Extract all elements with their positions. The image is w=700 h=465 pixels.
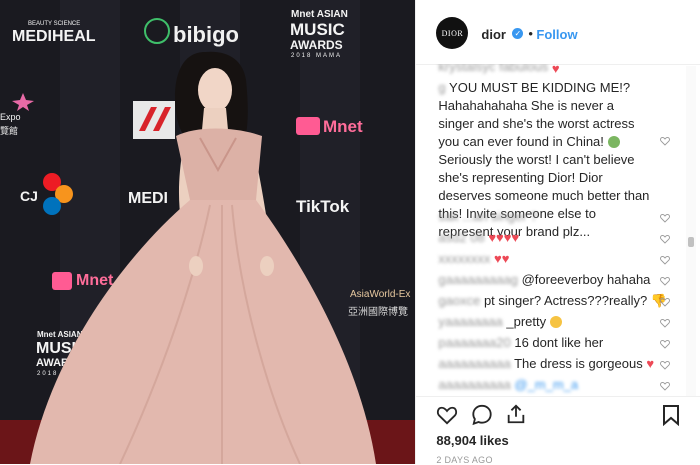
comment-text: ...an singer ? [462, 209, 538, 224]
like-comment-heart-icon[interactable] [660, 234, 671, 244]
likes-count[interactable]: 88,904 likes [436, 433, 508, 448]
comment: xxxxxxxx ♥♥ [438, 250, 509, 268]
like-comment-heart-icon[interactable] [660, 297, 671, 307]
like-comment-heart-icon[interactable] [660, 339, 671, 349]
comment: sak ...an singer ? [438, 209, 538, 224]
separator-dot: • [528, 26, 533, 41]
comment: krystalsyc fabulous ♥ [438, 64, 559, 78]
bookmark-icon[interactable] [662, 404, 680, 426]
comment: aaaaaaaaaa @_m_m_a [438, 376, 578, 394]
comment: gaoxce pt singer? Actress???really? 👎 [438, 292, 667, 310]
comment-text: 16 dont like her [514, 335, 604, 350]
avatar[interactable]: DIOR [436, 17, 469, 49]
red-heart-emoji-icon: ♥ [646, 356, 655, 371]
comment: yaaaaaaaa _pretty [438, 313, 562, 331]
comment-bubble-icon[interactable] [471, 404, 493, 426]
heart-outline-icon[interactable] [436, 405, 458, 425]
comments-scrollbar[interactable] [686, 66, 697, 396]
comment-username[interactable]: krystalsyc [438, 64, 495, 74]
comments-list[interactable]: krystalsyc fabulous ♥ g YOU MUST BE KIDD… [416, 64, 700, 396]
comment-text: pt singer? Actress???really? [483, 293, 648, 308]
heart-eyes-emoji-icon [549, 316, 562, 328]
comment-text: fabulous [499, 64, 549, 74]
red-heart-emoji-icon: ♥ [551, 64, 560, 76]
comment-username[interactable]: s [438, 209, 445, 224]
comment-username[interactable]: y [438, 314, 445, 329]
comment-username[interactable]: aaaaaaaaaa [438, 377, 510, 392]
comment-text: _pretty [506, 314, 547, 329]
comment-text: The dress is gorgeous [514, 356, 643, 371]
comment-username[interactable]: gaoxce [438, 293, 480, 308]
woman-in-pink-gown [30, 51, 376, 464]
like-comment-heart-icon[interactable] [660, 381, 671, 391]
comment: gaaaaaaaaag @foreeverboy hahaha [438, 272, 651, 287]
like-comment-heart-icon[interactable] [660, 255, 671, 265]
comment-username[interactable]: xxxxxxxx [438, 251, 490, 266]
comment-username[interactable]: g [438, 272, 445, 287]
like-comment-heart-icon[interactable] [660, 136, 671, 146]
scrollbar-track[interactable] [686, 66, 697, 396]
comment-text: YOU MUST BE KIDDING ME!? Hahahahahaha Sh… [438, 80, 635, 149]
post-photo[interactable]: BEAUTY SCIENCE MEDIHEAL bibigo Mnet ASIA… [0, 0, 416, 464]
comment-text: @foreeverboy hahaha [521, 272, 651, 287]
like-comment-heart-icon[interactable] [660, 213, 671, 223]
username-link[interactable]: dior [481, 27, 506, 42]
comment-text: @_m_m_a [514, 377, 579, 392]
instagram-post: BEAUTY SCIENCE MEDIHEAL bibigo Mnet ASIA… [0, 0, 700, 465]
comment: aaaaaaaaaa The dress is gorgeous ♥ [438, 355, 654, 373]
comment-username[interactable]: a [438, 230, 445, 245]
like-comment-heart-icon[interactable] [660, 276, 671, 286]
verified-badge-icon: ✓ [512, 28, 524, 39]
post-actions: 88,904 likes 2 DAYS AGO [416, 396, 700, 465]
share-icon[interactable] [505, 403, 527, 425]
like-comment-heart-icon[interactable] [660, 360, 671, 370]
comment-text: 08 [470, 230, 485, 245]
scrollbar-thumb[interactable] [688, 237, 695, 247]
follow-button[interactable]: Follow [536, 27, 577, 42]
red-hearts-emoji-icon: ♥♥ [494, 251, 510, 266]
nauseated-face-emoji-icon [607, 136, 620, 148]
comment-username[interactable]: g [438, 80, 445, 95]
comment: asd2 08 ♥♥♥♥ [438, 230, 520, 245]
comment: paaaaaaa20 16 dont like her [438, 335, 604, 350]
red-hearts-emoji-icon: ♥♥♥♥ [488, 230, 520, 245]
like-comment-heart-icon[interactable] [660, 318, 671, 328]
comment-username[interactable]: p [438, 335, 445, 350]
comment-username[interactable]: aaaaaaaaaa [438, 356, 510, 371]
post-header: DIOR dior ✓ • Follow [416, 0, 700, 65]
post-sidebar: DIOR dior ✓ • Follow krystalsyc fabulous… [415, 0, 700, 465]
